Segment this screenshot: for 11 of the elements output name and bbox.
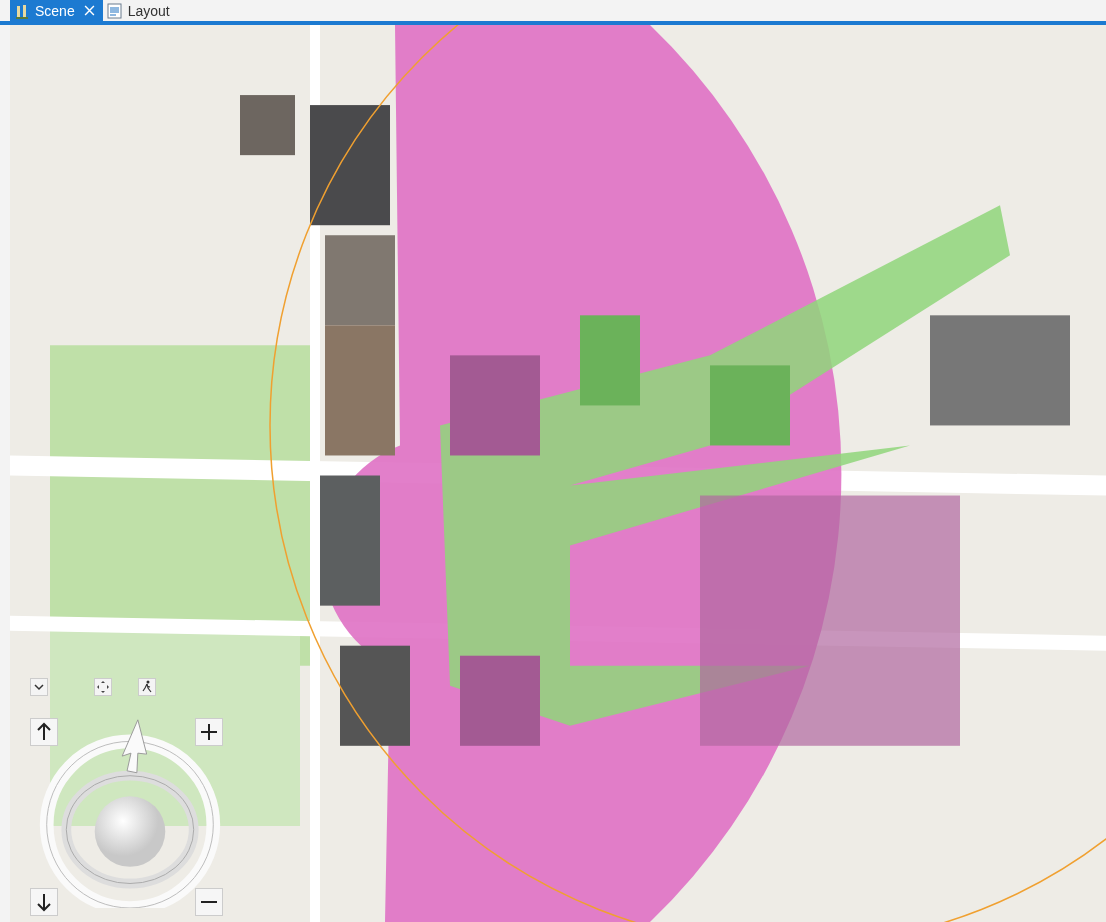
view-tab[interactable]: Scene bbox=[10, 0, 103, 21]
arrow-up-icon[interactable] bbox=[30, 718, 58, 746]
walking-person-icon[interactable] bbox=[138, 678, 156, 696]
arrow-down-icon[interactable] bbox=[30, 888, 58, 916]
buildings-icon bbox=[14, 2, 30, 19]
pan-icon[interactable] bbox=[94, 678, 112, 696]
close-icon[interactable] bbox=[83, 5, 95, 16]
zoom-in-icon[interactable] bbox=[195, 718, 223, 746]
zoom-out-icon[interactable] bbox=[195, 888, 223, 916]
chevron-down-icon[interactable] bbox=[30, 678, 48, 696]
view-tab[interactable]: Layout bbox=[102, 0, 178, 21]
